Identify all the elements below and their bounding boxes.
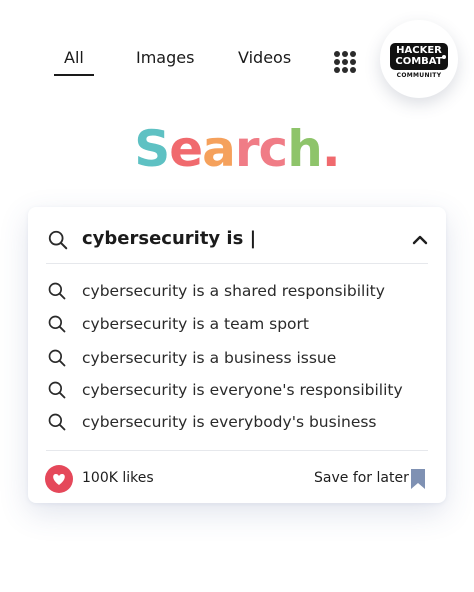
likes-count: 100K likes [82, 470, 154, 486]
brand-letter: r [234, 120, 260, 178]
chevron-up-icon[interactable] [410, 230, 430, 250]
search-icon [48, 282, 66, 300]
suggestion-text: cybersecurity is a business issue [82, 349, 337, 367]
suggestion-item[interactable]: cybersecurity is a shared responsibility [28, 279, 446, 307]
divider [46, 450, 428, 451]
suggestion-text: cybersecurity is everyone's responsibili… [82, 381, 403, 399]
apps-grid-icon[interactable] [334, 51, 356, 73]
bookmark-icon[interactable] [408, 467, 428, 491]
search-icon [48, 230, 68, 250]
search-icon [48, 315, 66, 333]
card-footer: 100K likes Save for later [28, 461, 446, 495]
brand-letter: h [287, 120, 323, 178]
logo-line-combat: COMBAT [395, 56, 443, 67]
suggestion-item[interactable]: cybersecurity is a team sport [28, 312, 446, 340]
search-icon [48, 381, 66, 399]
heart-icon[interactable] [44, 464, 74, 494]
hacker-combat-logo[interactable]: HACKER COMBAT COMMUNITY [380, 20, 458, 98]
brand-letter: a [202, 120, 236, 178]
brand-letter: c [258, 120, 289, 178]
tab-all[interactable]: All [64, 48, 84, 67]
brand-letter: S [134, 120, 170, 178]
logo-subtitle: COMMUNITY [396, 72, 442, 79]
search-icon [48, 413, 66, 431]
brand-letter: . [321, 120, 341, 178]
search-brand-title: Search. [0, 120, 474, 178]
logo-line-hacker: HACKER [396, 45, 442, 56]
tab-videos[interactable]: Videos [238, 48, 291, 67]
search-icon [48, 349, 66, 367]
active-tab-indicator [54, 74, 94, 76]
divider [46, 263, 428, 264]
suggestion-text: cybersecurity is a shared responsibility [82, 282, 385, 300]
tab-images[interactable]: Images [136, 48, 194, 67]
save-for-later-button[interactable]: Save for later [314, 470, 409, 486]
suggestion-item[interactable]: cybersecurity is everyone's responsibili… [28, 378, 446, 406]
suggestion-item[interactable]: cybersecurity is everybody's business [28, 410, 446, 438]
suggestion-text: cybersecurity is a team sport [82, 315, 309, 333]
suggestion-item[interactable]: cybersecurity is a business issue [28, 346, 446, 374]
suggestion-text: cybersecurity is everybody's business [82, 413, 377, 431]
search-card: cybersecurity is | cybersecurity is a sh… [28, 207, 446, 503]
logo-wordmark: HACKER COMBAT [390, 43, 448, 70]
search-input-row[interactable]: cybersecurity is | [28, 207, 446, 263]
brand-letter: e [169, 120, 203, 178]
search-input[interactable]: cybersecurity is | [82, 228, 256, 249]
